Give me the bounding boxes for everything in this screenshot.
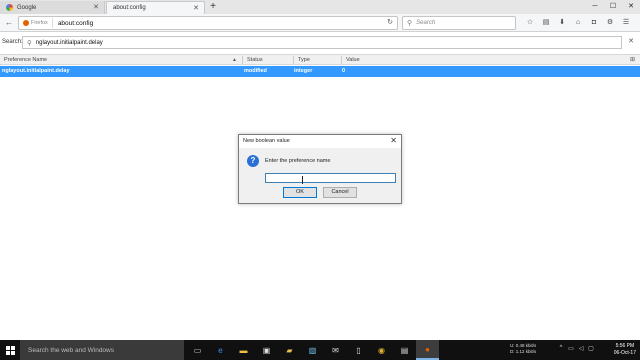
column-picker-icon[interactable]: ⊞: [630, 56, 635, 63]
cell-status: modified: [244, 68, 267, 74]
upload-speed: 0.48 kbit/s: [515, 343, 537, 348]
search-icon: ⚲: [407, 20, 413, 27]
edge-icon[interactable]: e: [209, 340, 232, 360]
task-view-icon[interactable]: ▭: [186, 340, 209, 360]
question-icon: ?: [247, 155, 259, 167]
close-dialog-icon[interactable]: ✕: [390, 136, 397, 145]
search-placeholder: Search: [416, 20, 436, 26]
notifications-icon[interactable]: ▢: [586, 345, 596, 352]
table-row[interactable]: nglayout.initialpaint.delay modified int…: [0, 66, 640, 77]
close-window-icon[interactable]: ✕: [622, 0, 640, 14]
cancel-button[interactable]: Cancel: [323, 187, 357, 198]
dialog-title: New boolean value: [243, 138, 290, 144]
tab-label: Google: [17, 4, 37, 11]
windows-logo-icon: [5, 345, 15, 355]
url-bar[interactable]: Firefox about:config ↻: [18, 16, 398, 30]
cell-type: integer: [294, 68, 313, 74]
tray-chevron-icon[interactable]: ^: [556, 345, 566, 352]
column-header-status[interactable]: Status: [247, 57, 263, 63]
dialog-titlebar: New boolean value ✕: [239, 135, 401, 148]
text-cursor-icon: [302, 176, 303, 184]
tab-about-config[interactable]: about:config ✕: [106, 1, 205, 14]
config-search-input[interactable]: ⚲ nglayout.initialpaint.delay: [22, 36, 622, 49]
start-button[interactable]: [0, 340, 20, 360]
preferences-table-header: Preference Name ▲ Status Type Value ⊞: [0, 54, 640, 65]
taskbar-apps: ▭ e ▬ ▣ ▰ ▧ ✉ ▯ ◉ ▤ ●: [186, 340, 439, 360]
column-separator[interactable]: [242, 56, 243, 64]
home-icon[interactable]: ⌂: [570, 17, 586, 29]
folder-icon[interactable]: ▰: [278, 340, 301, 360]
notes-app-icon[interactable]: ▧: [301, 340, 324, 360]
maximize-icon[interactable]: ☐: [604, 0, 622, 14]
system-tray: ^ ▭ ◁ ▢: [556, 345, 596, 352]
firefox-taskbar-icon[interactable]: ●: [416, 340, 439, 360]
clock-time: 5:56 PM: [615, 343, 635, 349]
taskbar-search-placeholder: Search the web and Windows: [28, 346, 114, 354]
cell-value: 0: [342, 68, 346, 74]
web-search-bar[interactable]: ⚲ Search: [402, 16, 516, 30]
identity-box[interactable]: Firefox: [19, 18, 53, 28]
config-search-row: Search: ⚲ nglayout.initialpaint.delay ✕: [0, 34, 640, 51]
column-separator[interactable]: [293, 56, 294, 64]
clock-date: 06-Oct-17: [613, 350, 636, 356]
reading-list-icon[interactable]: ▤: [538, 17, 554, 29]
download-speed: 1.12 kbit/s: [515, 349, 537, 354]
store-icon[interactable]: ▣: [255, 340, 278, 360]
download-label: D:: [510, 349, 515, 354]
tab-label: about:config: [113, 5, 146, 11]
firefox-icon: [23, 20, 29, 26]
preference-name-input[interactable]: [265, 173, 396, 183]
pocket-icon[interactable]: ◘: [586, 17, 602, 29]
tab-strip: Google ✕ about:config ✕ + ─ ☐ ✕: [0, 0, 640, 14]
terminal-icon[interactable]: ▯: [347, 340, 370, 360]
upload-label: U:: [510, 343, 515, 348]
volume-icon[interactable]: ◁: [576, 345, 586, 352]
column-header-name[interactable]: Preference Name: [4, 57, 47, 63]
config-search-label: Search:: [2, 39, 23, 45]
close-tab-icon[interactable]: ✕: [193, 4, 199, 12]
network-speed-meter: U: 0.48 kbit/s D: 1.12 kbit/s: [510, 343, 536, 355]
column-header-value[interactable]: Value: [346, 57, 360, 63]
tab-google[interactable]: Google ✕: [0, 1, 105, 14]
network-icon[interactable]: ▭: [566, 345, 576, 352]
column-separator[interactable]: [341, 56, 342, 64]
window-controls: ─ ☐ ✕: [586, 0, 640, 14]
clear-search-icon[interactable]: ✕: [628, 37, 634, 45]
config-search-value[interactable]: nglayout.initialpaint.delay: [36, 40, 103, 46]
extension-icon[interactable]: ⚙: [602, 17, 618, 29]
reload-icon[interactable]: ↻: [387, 18, 393, 26]
mail-icon[interactable]: ✉: [324, 340, 347, 360]
chrome-icon[interactable]: ◉: [370, 340, 393, 360]
toolbar-icons: ☆ ▤ ⬇ ⌂ ◘ ⚙ ☰: [522, 17, 634, 29]
column-header-type[interactable]: Type: [298, 57, 310, 63]
taskbar-search-box[interactable]: Search the web and Windows: [20, 340, 184, 360]
ok-button[interactable]: OK: [283, 187, 317, 198]
dialog-prompt: Enter the preference name: [265, 158, 331, 164]
menu-icon[interactable]: ☰: [618, 17, 634, 29]
new-boolean-dialog: New boolean value ✕ ? Enter the preferen…: [238, 134, 402, 204]
navigation-bar: ← Firefox about:config ↻ ⚲ Search ☆ ▤ ⬇ …: [0, 14, 640, 32]
cell-preference-name: nglayout.initialpaint.delay: [2, 68, 70, 74]
download-icon[interactable]: ⬇: [554, 17, 570, 29]
identity-label: Firefox: [31, 20, 48, 26]
file-explorer-icon[interactable]: ▬: [232, 340, 255, 360]
windows-taskbar: Search the web and Windows ▭ e ▬ ▣ ▰ ▧ ✉…: [0, 340, 640, 360]
bookmark-star-icon[interactable]: ☆: [522, 17, 538, 29]
system-clock[interactable]: 5:56 PM 06-Oct-17: [614, 343, 636, 357]
search-icon: ⚲: [27, 39, 32, 47]
minimize-icon[interactable]: ─: [586, 0, 604, 14]
sort-arrow-icon: ▲: [232, 57, 237, 63]
google-icon: [6, 4, 13, 11]
close-tab-icon[interactable]: ✕: [93, 3, 99, 11]
back-arrow-icon[interactable]: ←: [3, 17, 15, 29]
disk-app-icon[interactable]: ▤: [393, 340, 416, 360]
url-text[interactable]: about:config: [53, 20, 93, 27]
new-tab-icon[interactable]: +: [208, 1, 218, 13]
